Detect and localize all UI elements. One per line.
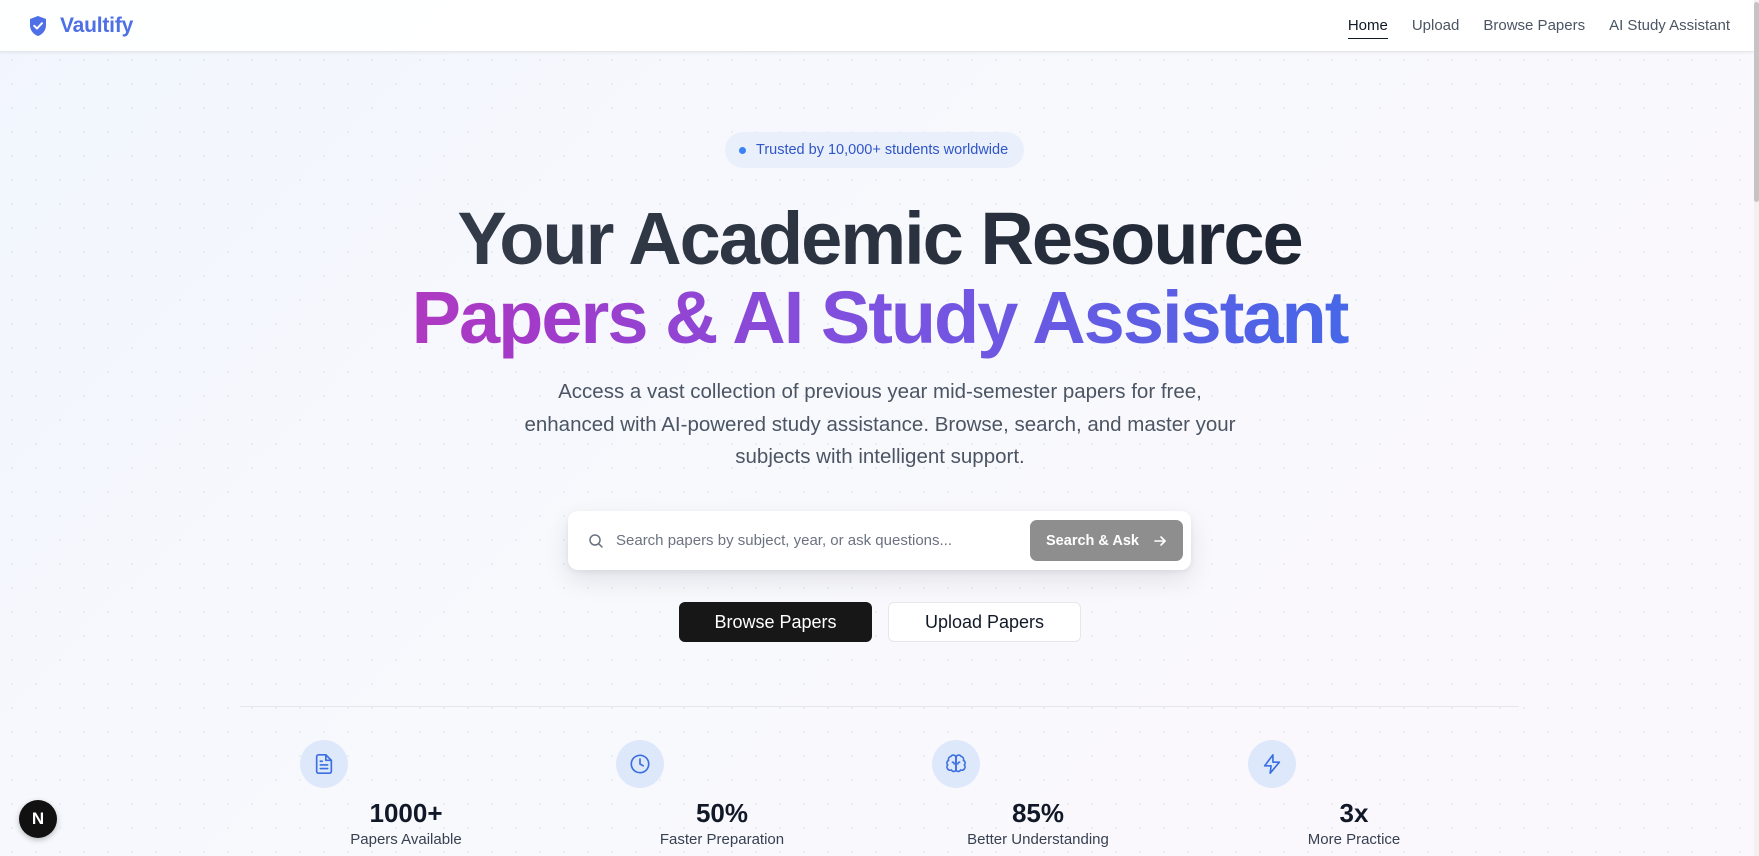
stat-value: 50%: [695, 798, 749, 828]
stat-label: Papers Available: [350, 831, 462, 848]
section-divider: [240, 706, 1519, 707]
clock-icon: [630, 754, 650, 774]
dev-tools-badge[interactable]: N: [19, 800, 57, 838]
nav-links: Home Upload Browse Papers AI Study Assis…: [1347, 13, 1730, 39]
stat-value: 3x: [1339, 798, 1369, 828]
page-scrollbar[interactable]: [1754, 0, 1759, 856]
stat-value: 1000+: [369, 798, 443, 828]
nav-link-ai-study-assistant[interactable]: AI Study Assistant: [1609, 13, 1730, 38]
search-input[interactable]: [616, 532, 1030, 549]
stat-label: More Practice: [1307, 831, 1401, 848]
brand[interactable]: Vaultify: [26, 14, 133, 38]
nav-link-home[interactable]: Home: [1347, 13, 1388, 39]
nav-link-upload[interactable]: Upload: [1412, 13, 1460, 38]
top-navbar: Vaultify Home Upload Browse Papers AI St…: [0, 0, 1754, 52]
search-button-label: Search & Ask: [1046, 532, 1139, 549]
stat-icon-circle: [1248, 740, 1296, 788]
stat-label: Faster Preparation: [659, 831, 785, 848]
dev-badge-letter: N: [31, 809, 45, 828]
zap-icon: [1263, 754, 1281, 774]
search-icon: [589, 533, 603, 548]
stat-value: 85%: [1011, 798, 1065, 828]
shield-check-icon: [30, 15, 46, 36]
brain-icon: [946, 754, 966, 773]
search-and-ask-button[interactable]: Search & Ask: [1030, 520, 1183, 561]
headline-line-2: Papers & AI Study Assistant: [0, 275, 1759, 361]
stat-icon-circle: [616, 740, 664, 788]
stat-icon-circle: [300, 740, 348, 788]
arrow-right-icon: [1154, 535, 1166, 546]
trust-badge-text: Trusted by 10,000+ students worldwide: [756, 142, 1009, 158]
brand-name: Vaultify: [60, 13, 134, 37]
stat-label: Better Understanding: [967, 831, 1109, 848]
trust-badge: Trusted by 10,000+ students worldwide: [725, 132, 1025, 168]
file-text-icon: [315, 754, 333, 774]
headline-line-1: Your Academic Resource: [0, 196, 1759, 282]
nav-link-browse-papers[interactable]: Browse Papers: [1483, 13, 1585, 38]
scrollbar-thumb[interactable]: [1754, 2, 1759, 202]
browse-papers-button[interactable]: Browse Papers: [679, 602, 872, 642]
stat-icon-circle: [932, 740, 980, 788]
badge-dot-icon: [739, 146, 746, 154]
search-bar: Search & Ask: [568, 511, 1191, 570]
hero-subtitle: Access a vast collection of previous yea…: [524, 380, 1236, 468]
upload-papers-button[interactable]: Upload Papers: [888, 602, 1081, 642]
